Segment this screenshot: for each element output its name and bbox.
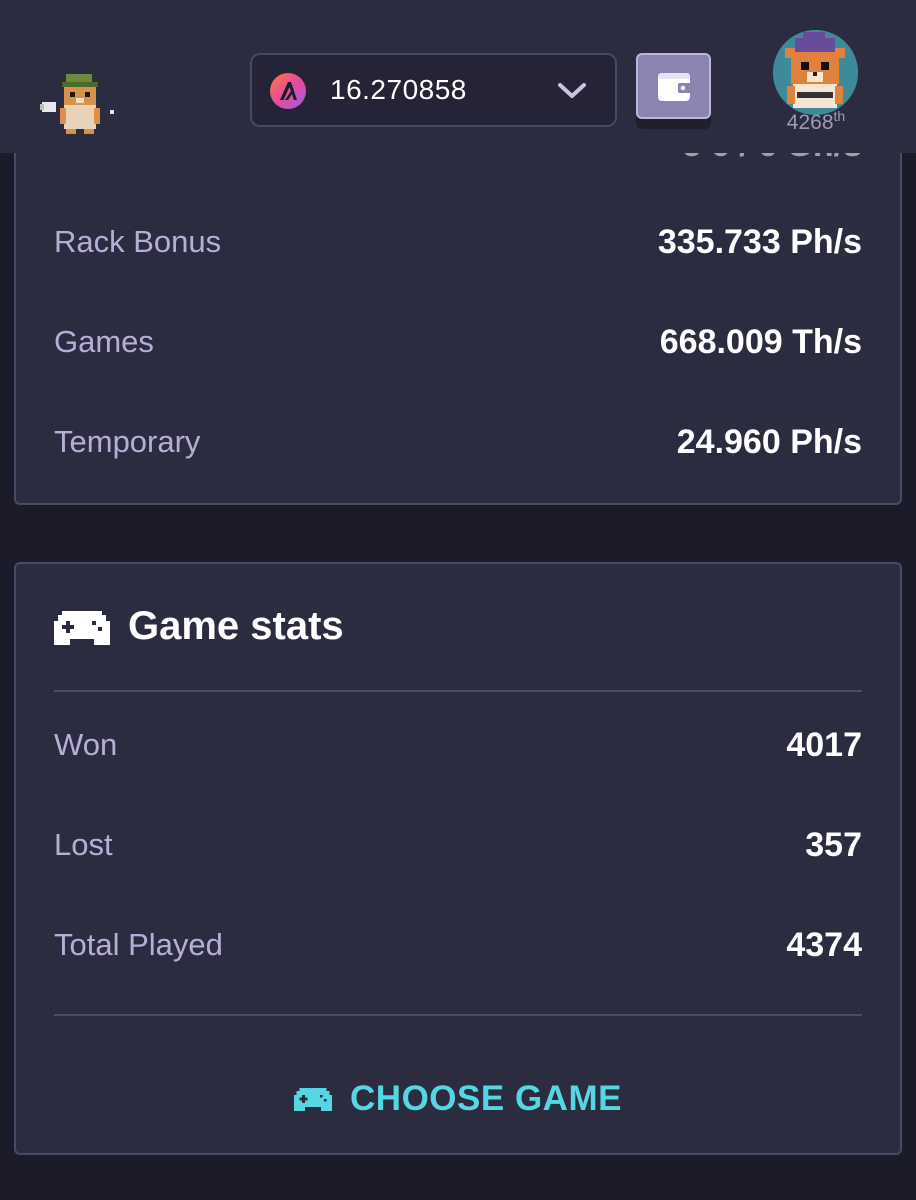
section-title: Game stats [128,604,344,648]
stat-row-temporary: Temporary 24.960 Ph/s [54,417,862,467]
balance-value: 16.270858 [330,74,467,105]
stat-row-lost: Lost 357 [54,820,862,870]
stat-row-games: Games 668.009 Th/s [54,317,862,367]
divider [54,1014,862,1016]
divider [54,690,862,692]
balance-dropdown[interactable]: 16.270858 [250,53,617,127]
stat-label: Games [54,324,154,359]
stat-row-total-played: Total Played 4374 [54,920,862,970]
stat-row-rack-bonus: Rack Bonus 335.733 Ph/s [54,217,862,267]
rank-number: 4268 [786,111,834,134]
stat-label: Temporary [54,424,201,459]
stat-row-won: Won 4017 [54,720,862,770]
stat-value: 357 [805,825,862,864]
stat-label: Rack Bonus [54,224,222,259]
gamepad-icon [294,1088,333,1112]
wallet-icon [658,73,692,101]
leaderboard-rank: 4268th [770,108,862,135]
algorand-coin-icon [270,73,306,109]
stat-value: 4017 [786,725,862,764]
avatar[interactable] [773,30,858,115]
chevron-down-icon [557,80,587,102]
stat-value: 668.009 Th/s [659,322,862,361]
stat-label: Lost [54,827,113,862]
choose-game-button[interactable]: CHOOSE GAME [16,1069,900,1129]
game-stats-card: Game stats Won 4017 Lost 357 Total Playe… [14,562,902,1155]
game-stats-header: Game stats [54,604,344,649]
gamepad-icon [54,610,110,645]
hamster-logo-icon[interactable] [40,70,122,136]
stat-label: Won [54,727,118,762]
stat-value: 335.733 Ph/s [657,222,862,261]
top-bar: 16.270858 4268th [0,0,916,153]
wallet-button[interactable] [636,53,711,119]
choose-game-label: CHOOSE GAME [350,1079,622,1118]
stat-value: 4374 [786,925,862,964]
rank-suffix: th [833,108,846,124]
stat-value: 24.960 Ph/s [676,422,862,461]
stat-label: Total Played [54,927,223,962]
